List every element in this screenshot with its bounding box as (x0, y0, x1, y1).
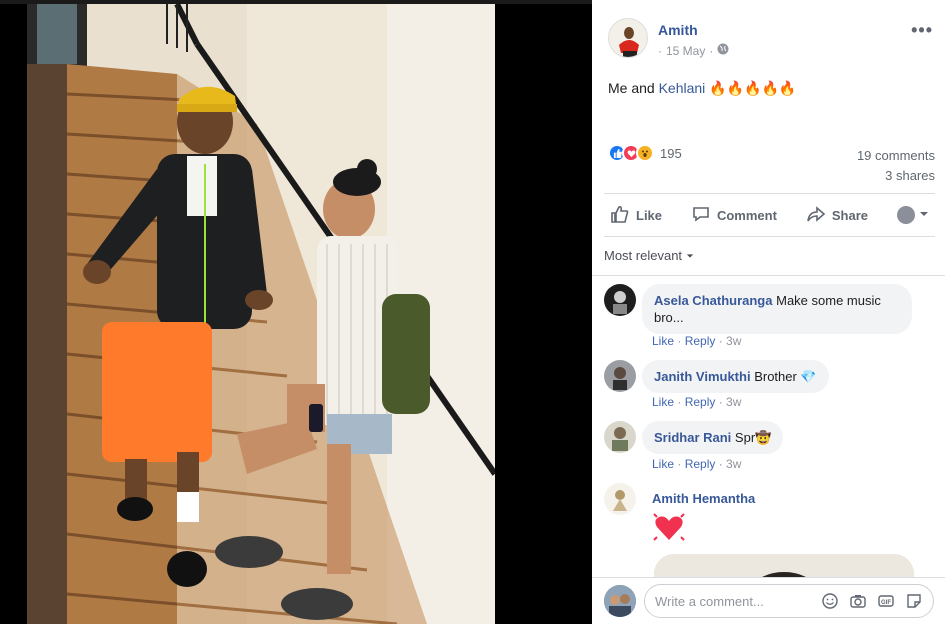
post-header: Amith · 15 May · (608, 18, 729, 58)
globe-icon (717, 43, 729, 58)
photo-viewer (0, 0, 592, 624)
comment-button[interactable]: Comment (691, 204, 777, 227)
composer-tools: GIF (821, 592, 923, 610)
meta-separator: · (658, 43, 662, 58)
speech-bubble-icon (691, 204, 711, 227)
post-actions: Like Comment Share (604, 196, 935, 234)
comment-actions: Like · Reply · 3w (652, 395, 742, 409)
comment-like-link[interactable]: Like (652, 457, 674, 471)
commenter-name[interactable]: Amith Hemantha (652, 491, 755, 506)
comment-item: Sridhar Rani Spr🤠 (604, 421, 784, 454)
reaction-count: 195 (660, 145, 682, 161)
commenter-name[interactable]: Sridhar Rani (654, 430, 731, 445)
comment-like-link[interactable]: Like (652, 395, 674, 409)
post-date[interactable]: 15 May (666, 44, 705, 58)
shares-count-link[interactable]: 3 shares (857, 166, 935, 186)
smiley-icon[interactable] (821, 592, 839, 610)
comment-reply-link[interactable]: Reply (685, 395, 716, 409)
comment-like-link[interactable]: Like (652, 334, 674, 348)
comment-actions: Like · Reply · 3w (652, 334, 742, 348)
commenter-avatar[interactable] (604, 284, 636, 316)
comment-time[interactable]: 3w (726, 457, 741, 471)
comments-count-link[interactable]: 19 comments (857, 146, 935, 166)
share-arrow-icon (806, 204, 826, 227)
commenter-avatar[interactable] (604, 483, 636, 515)
camera-icon[interactable] (849, 592, 867, 610)
commenter-avatar[interactable] (604, 421, 636, 453)
meta-separator-2: · (709, 43, 714, 58)
thumbs-up-icon (610, 204, 630, 227)
comment-bubble: Sridhar Rani Spr🤠 (642, 421, 784, 454)
commenter-name[interactable]: Asela Chathuranga (654, 293, 772, 308)
comment-input[interactable]: Write a comment... GIF (644, 584, 934, 618)
svg-text:GIF: GIF (881, 600, 891, 606)
reactions-summary[interactable]: 195 (608, 144, 682, 162)
sticker-icon[interactable] (905, 592, 923, 610)
current-user-avatar[interactable] (604, 585, 636, 617)
post-photo[interactable] (27, 4, 495, 624)
comment-bubble: Janith Vimukthi Brother 💎 (642, 360, 829, 393)
comment-reply-link[interactable]: Reply (685, 457, 716, 471)
heart-sticker (652, 510, 686, 544)
comment-item: Janith Vimukthi Brother 💎 (604, 360, 829, 393)
fire-emojis: 🔥🔥🔥🔥🔥 (709, 80, 797, 96)
comment-time[interactable]: 3w (726, 334, 741, 348)
comment-sort-dropdown[interactable]: Most relevant (604, 248, 694, 263)
commenter-name[interactable]: Janith Vimukthi (654, 369, 751, 384)
commenter-avatar[interactable] (604, 360, 636, 392)
share-label: Share (831, 207, 869, 223)
gif-icon[interactable]: GIF (877, 592, 895, 610)
comment-text: Spr🤠 (734, 430, 772, 445)
actions-divider-bottom (604, 236, 935, 237)
wow-reaction-icon (636, 144, 654, 162)
comment-composer: Write a comment... GIF (592, 577, 945, 624)
comment-label: Comment (716, 207, 777, 223)
tagged-person-link[interactable]: Kehlani (659, 80, 706, 96)
like-label: Like (636, 207, 663, 223)
more-options-icon[interactable]: ••• (911, 20, 933, 41)
actions-divider-top (604, 193, 935, 194)
caret-down-icon (919, 206, 929, 224)
post-text: Me and Kehlani 🔥🔥🔥🔥🔥 (608, 80, 796, 97)
user-mini-avatar (896, 206, 915, 224)
comment-reply-link[interactable]: Reply (685, 334, 716, 348)
comment-item: Asela Chathuranga Make some music bro... (604, 284, 912, 334)
comment-time[interactable]: 3w (726, 395, 741, 409)
engagement-counts: 19 comments 3 shares (857, 146, 935, 186)
post-meta: · 15 May · (658, 43, 729, 58)
author-avatar[interactable] (608, 18, 648, 58)
post-text-prefix: Me and (608, 80, 659, 96)
comment-input-placeholder: Write a comment... (655, 593, 764, 609)
author-name[interactable]: Amith (658, 22, 729, 38)
post-as-selector[interactable] (896, 206, 929, 224)
comment-actions: Like · Reply · 3w (652, 457, 742, 471)
caret-down-icon (686, 248, 694, 263)
post-panel: Amith · 15 May · ••• Me and Kehlani 🔥🔥🔥🔥… (592, 0, 945, 624)
like-button[interactable]: Like (610, 204, 662, 227)
share-button[interactable]: Share (806, 204, 868, 227)
comment-text: Brother 💎 (754, 369, 817, 384)
sort-label: Most relevant (604, 248, 683, 263)
sort-divider (592, 275, 945, 276)
comment-bubble: Asela Chathuranga Make some music bro... (642, 284, 912, 334)
